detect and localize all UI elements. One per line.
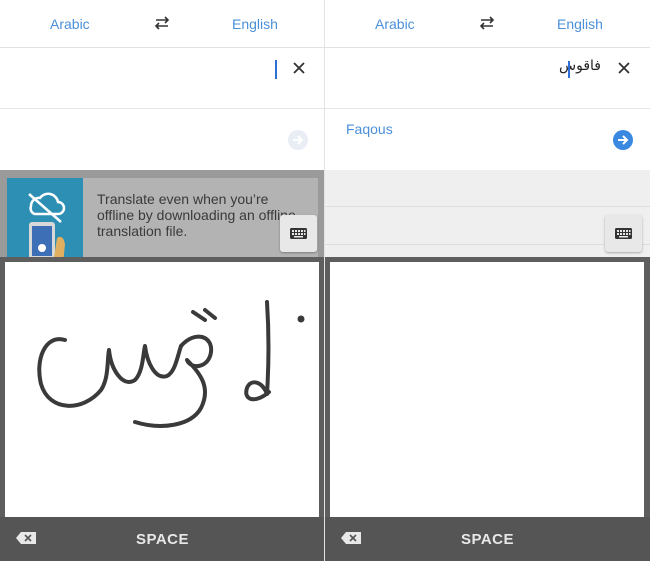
- translation-text: Faqous: [346, 121, 393, 137]
- text-cursor: [568, 61, 570, 78]
- left-screen: Arabic English Translate even when you’r…: [0, 0, 325, 561]
- input-field[interactable]: فاقوس: [325, 48, 650, 109]
- offline-promo-text: Translate even when you’re offline by do…: [97, 191, 296, 239]
- divider: [325, 244, 650, 245]
- target-language-button[interactable]: English: [232, 16, 278, 32]
- source-language-button[interactable]: Arabic: [50, 16, 90, 32]
- handwriting-stroke: [37, 300, 305, 428]
- language-bar: Arabic English: [325, 0, 650, 48]
- handwriting-canvas[interactable]: [330, 262, 644, 517]
- keyboard-icon: [290, 228, 307, 239]
- close-icon[interactable]: [614, 58, 634, 78]
- space-key[interactable]: SPACE: [0, 531, 325, 548]
- swap-arrows-icon[interactable]: [153, 14, 171, 32]
- result-row[interactable]: Faqous: [325, 109, 650, 170]
- arrow-right-circle-icon[interactable]: [613, 130, 633, 150]
- source-language-button[interactable]: Arabic: [375, 16, 415, 32]
- handwriting-panel: [325, 257, 650, 517]
- input-field[interactable]: [0, 48, 325, 109]
- swap-arrows-icon[interactable]: [478, 14, 496, 32]
- space-key[interactable]: SPACE: [325, 531, 650, 548]
- keyboard-bottom-bar: SPACE: [325, 517, 650, 561]
- keyboard-bottom-bar: SPACE: [0, 517, 325, 561]
- input-text: فاقوس: [559, 58, 601, 74]
- divider: [325, 206, 650, 207]
- arrow-right-circle-icon[interactable]: [288, 130, 308, 150]
- offline-illustration: [7, 178, 83, 258]
- handwriting-canvas[interactable]: [5, 262, 319, 517]
- offline-promo-card[interactable]: Translate even when you’re offline by do…: [7, 178, 318, 258]
- cloud-offline-icon: [28, 192, 66, 258]
- handwriting-panel: [0, 257, 325, 517]
- close-icon[interactable]: [289, 58, 309, 78]
- keyboard-button[interactable]: [605, 215, 642, 252]
- right-screen: Arabic English فاقوس Faqous SPACE: [325, 0, 650, 561]
- keyboard-icon: [615, 228, 632, 239]
- dim-overlay: Translate even when you’re offline by do…: [0, 170, 325, 258]
- result-row: [0, 109, 325, 170]
- suggestions-area: [325, 170, 650, 257]
- target-language-button[interactable]: English: [557, 16, 603, 32]
- text-cursor: [275, 60, 277, 79]
- keyboard-button[interactable]: [280, 215, 317, 252]
- language-bar: Arabic English: [0, 0, 325, 48]
